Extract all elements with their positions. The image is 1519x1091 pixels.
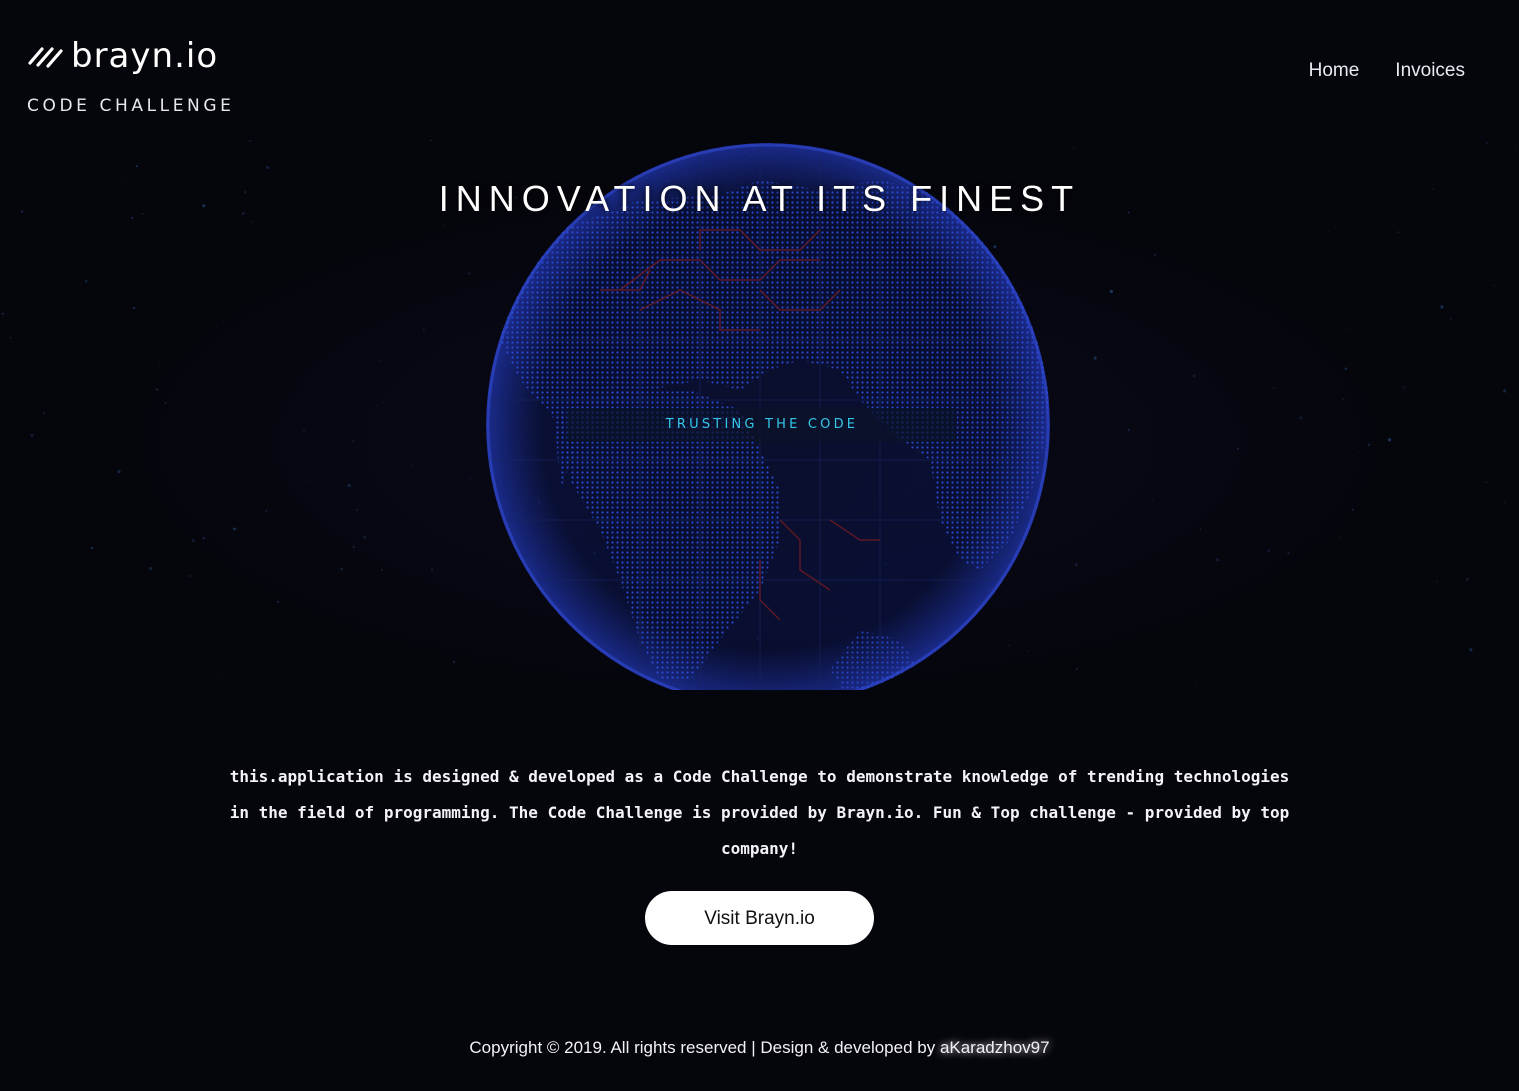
brand-name: brayn.io [71,36,219,76]
footer-author-link[interactable]: aKaradzhov97 [940,1038,1050,1057]
main-nav: Home Invoices [1309,60,1465,82]
page: brayn.io CODE CHALLENGE Home Invoices IN… [0,0,1519,1091]
footer: Copyright © 2019. All rights reserved | … [0,1038,1519,1058]
brand-logo-row: brayn.io [27,34,267,78]
description-text: this.application is designed & developed… [229,767,1290,858]
nav-invoices-link[interactable]: Invoices [1395,60,1465,82]
hero-tagline: TRUSTING THE CODE [567,408,957,442]
brand-subtitle: CODE CHALLENGE [27,96,235,116]
brand[interactable]: brayn.io CODE CHALLENGE [27,34,267,124]
footer-copyright: Copyright © 2019. All rights reserved | … [469,1038,940,1057]
hero-title: INNOVATION AT ITS FINEST [438,178,1081,219]
site-header: brayn.io CODE CHALLENGE Home Invoices [0,0,1519,140]
hero-banner: INNOVATION AT ITS FINEST TRUSTING THE CO… [0,140,1519,690]
brayn-logo-icon [28,47,63,68]
visit-brayn-button[interactable]: Visit Brayn.io [645,891,874,945]
nav-home-link[interactable]: Home [1309,60,1360,82]
